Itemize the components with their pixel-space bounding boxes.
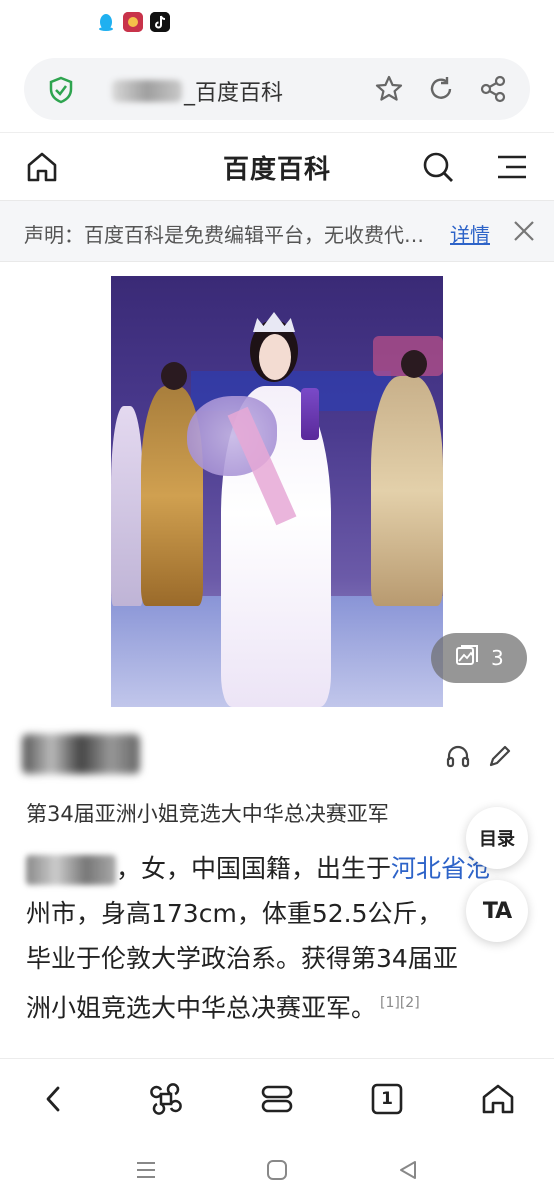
entry-summary: ，女，中国国籍，出生于河北省沧 州市，身高173cm，体重52.5公斤， 毕业于… bbox=[26, 846, 516, 1026]
refresh-icon[interactable] bbox=[424, 72, 458, 106]
trophy bbox=[301, 388, 319, 440]
winner-face bbox=[259, 334, 291, 380]
multi-window-icon[interactable] bbox=[253, 1075, 301, 1123]
disclaimer-banner: 声明：百度百科是免费编辑平台，无收费代… 详情 bbox=[0, 200, 554, 262]
gallery-icon bbox=[455, 644, 479, 673]
back-icon[interactable] bbox=[30, 1075, 78, 1123]
url-title[interactable]: _百度百科 bbox=[184, 75, 283, 107]
summary-text: ，女，中国国籍，出生于 bbox=[116, 854, 392, 883]
font-size-button[interactable]: TA bbox=[466, 880, 528, 942]
gallery-count: 3 bbox=[491, 646, 504, 670]
summary-line: 州市，身高173cm，体重52.5公斤， bbox=[26, 899, 443, 928]
tab-count: 1 bbox=[381, 1089, 393, 1109]
status-bar bbox=[0, 0, 554, 48]
site-header: 百度百科 bbox=[0, 132, 554, 200]
tiktok-icon bbox=[150, 12, 170, 32]
entry-photo[interactable] bbox=[111, 276, 443, 707]
browser-toolbar: 1 bbox=[0, 1058, 554, 1138]
back-triangle-icon[interactable] bbox=[394, 1156, 422, 1184]
tabs-icon[interactable]: 1 bbox=[363, 1075, 411, 1123]
close-icon[interactable] bbox=[510, 217, 538, 245]
home-circle-icon[interactable] bbox=[263, 1156, 291, 1184]
share-icon[interactable] bbox=[476, 72, 510, 106]
menu-icon[interactable] bbox=[490, 145, 534, 189]
recent-apps-icon[interactable] bbox=[132, 1156, 160, 1184]
reference-marks[interactable]: [1][2] bbox=[380, 995, 420, 1011]
system-nav-bar bbox=[0, 1138, 554, 1200]
background-figure-head bbox=[401, 350, 427, 378]
command-icon[interactable] bbox=[142, 1075, 190, 1123]
site-title: 百度百科 bbox=[222, 155, 331, 185]
background-figure-head bbox=[161, 362, 187, 390]
summary-line: ，女，中国国籍，出生于河北省沧 bbox=[26, 846, 516, 891]
crown bbox=[253, 312, 295, 332]
disclaimer-text: 声明：百度百科是免费编辑平台，无收费代… bbox=[24, 223, 424, 247]
toc-button[interactable]: 目录 bbox=[466, 807, 528, 869]
summary-text: 洲小姐竞选大中华总决赛亚军。 bbox=[26, 993, 377, 1023]
background-figure bbox=[111, 406, 143, 606]
search-icon[interactable] bbox=[416, 145, 460, 189]
address-bar[interactable]: _百度百科 bbox=[24, 58, 530, 120]
headphones-icon[interactable] bbox=[444, 742, 472, 770]
entry-subtitle: 第34届亚洲小姐竞选大中华总决赛亚军 bbox=[26, 802, 389, 826]
url-redacted bbox=[112, 80, 182, 102]
qq-icon bbox=[96, 12, 116, 32]
app-badge-icon bbox=[123, 12, 143, 32]
name-inline-redacted bbox=[26, 855, 116, 885]
star-icon[interactable] bbox=[372, 72, 406, 106]
edit-icon[interactable] bbox=[486, 742, 514, 770]
gallery-count-badge[interactable]: 3 bbox=[431, 633, 527, 683]
summary-line: 洲小姐竞选大中华总决赛亚军。 [1][2] bbox=[26, 981, 516, 1026]
entry-name-redacted bbox=[22, 734, 140, 774]
background-figure bbox=[371, 376, 443, 606]
disclaimer-details-link[interactable]: 详情 bbox=[450, 219, 490, 248]
shield-check-icon bbox=[48, 76, 74, 108]
home-icon[interactable] bbox=[474, 1075, 522, 1123]
summary-line: 毕业于伦敦大学政治系。获得第34届亚 bbox=[26, 944, 458, 973]
